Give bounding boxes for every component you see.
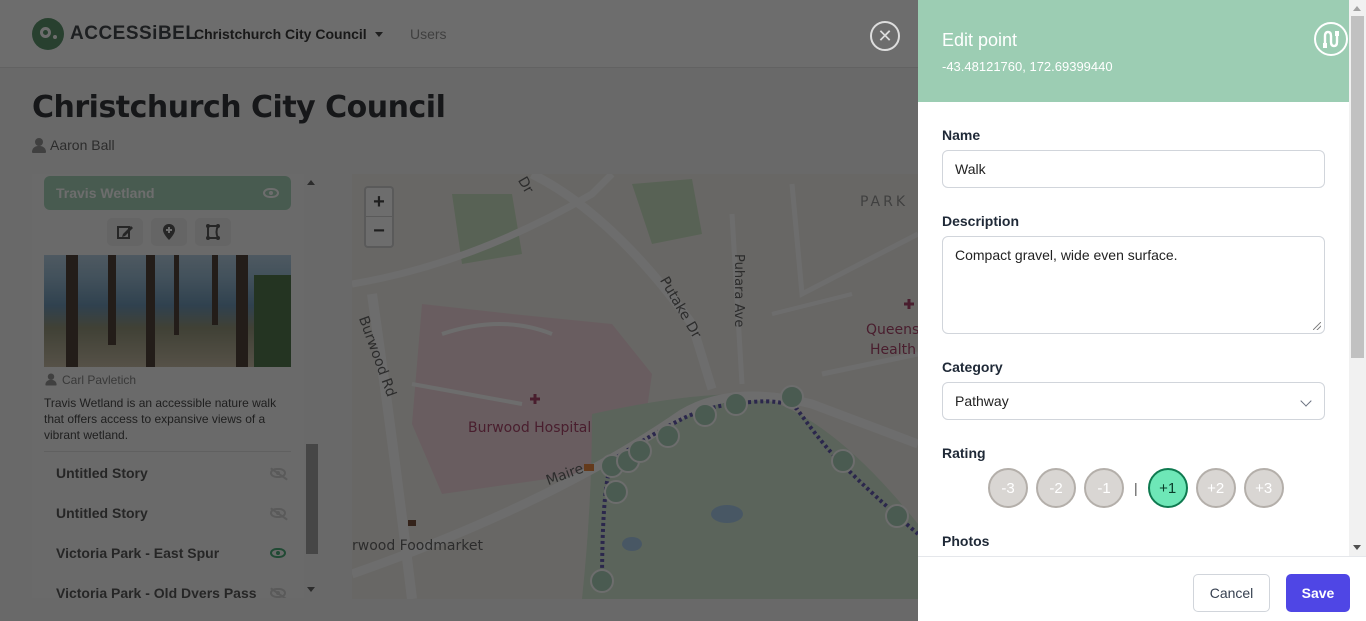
scroll-down-arrow-icon[interactable] <box>1353 545 1361 550</box>
rating-plus-3[interactable]: +3 <box>1243 468 1284 508</box>
photos-label: Photos <box>942 533 990 549</box>
rating-label: Rating <box>942 445 986 461</box>
rating-plus-2[interactable]: +2 <box>1195 468 1236 508</box>
panel-form: Name Description Compact gravel, wide ev… <box>918 102 1349 556</box>
scroll-thumb[interactable] <box>1351 16 1364 358</box>
panel-footer: Cancel Save <box>918 556 1366 621</box>
route-icon <box>1323 30 1339 48</box>
route-button[interactable] <box>1314 22 1348 56</box>
rating-selector: -3 -2 -1 | +1 +2 +3 <box>988 468 1284 508</box>
category-label: Category <box>942 359 1003 375</box>
name-label: Name <box>942 127 981 143</box>
point-coordinates: -43.48121760, 172.69399440 <box>942 59 1113 74</box>
panel-header: Edit point -43.48121760, 172.69399440 <box>918 0 1349 102</box>
scroll-up-arrow-icon[interactable] <box>1353 6 1361 11</box>
description-text: Compact gravel, wide even surface. <box>955 247 1178 263</box>
category-value: Pathway <box>955 393 1009 409</box>
description-label: Description <box>942 213 1020 229</box>
chevron-down-icon <box>1300 395 1312 407</box>
rating-minus-2[interactable]: -2 <box>1036 468 1076 508</box>
resize-handle[interactable] <box>1313 322 1321 330</box>
edit-point-panel: Edit point -43.48121760, 172.69399440 Na… <box>918 0 1366 621</box>
cancel-button[interactable]: Cancel <box>1193 574 1270 612</box>
rating-minus-3[interactable]: -3 <box>988 468 1028 508</box>
rating-separator: | <box>1134 480 1138 496</box>
rating-minus-1[interactable]: -1 <box>1084 468 1124 508</box>
description-textarea[interactable]: Compact gravel, wide even surface. <box>942 236 1325 334</box>
rating-plus-1[interactable]: +1 <box>1147 468 1188 508</box>
app: ACCESSiBEL Christchurch City Council Use… <box>0 0 1366 621</box>
name-input[interactable] <box>942 150 1325 188</box>
close-panel-button[interactable]: ✕ <box>870 21 900 51</box>
close-icon: ✕ <box>877 25 893 46</box>
category-select[interactable]: Pathway <box>942 382 1325 420</box>
panel-scrollbar[interactable] <box>1349 0 1366 556</box>
modal-backdrop[interactable] <box>0 0 918 621</box>
panel-title: Edit point <box>942 30 1018 50</box>
save-button[interactable]: Save <box>1286 574 1350 612</box>
